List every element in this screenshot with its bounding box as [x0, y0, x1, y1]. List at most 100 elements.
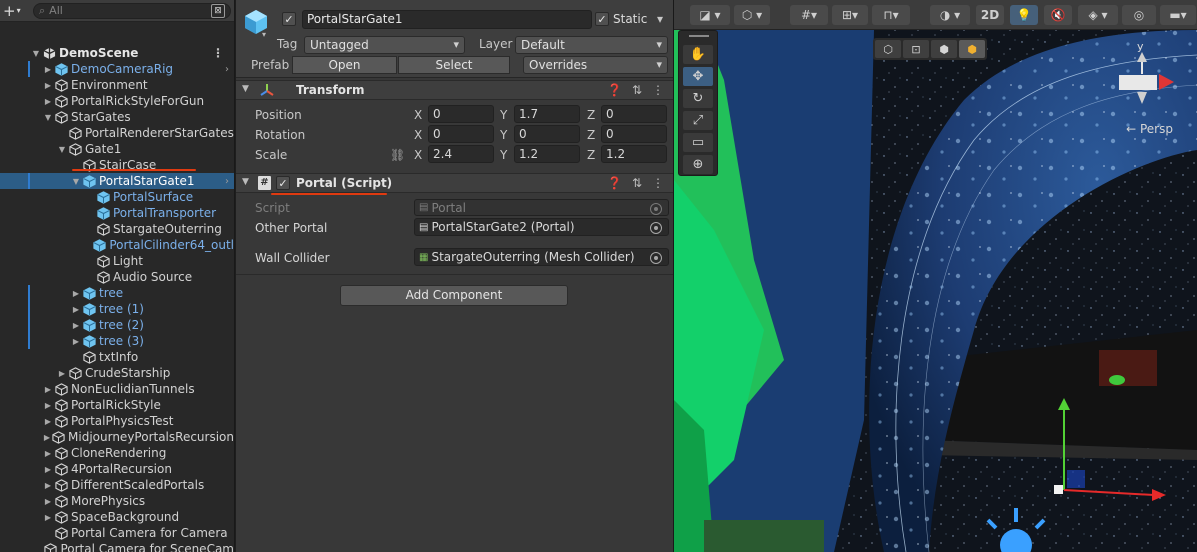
grid-snapping-icon[interactable]: #▾: [790, 5, 828, 25]
shading-mode-icon[interactable]: ◑ ▾: [930, 5, 970, 25]
hierarchy-item[interactable]: Portal Camera for Camera: [0, 525, 234, 541]
hierarchy-item[interactable]: Light: [0, 253, 234, 269]
scale-z-field[interactable]: 1.2: [601, 145, 667, 163]
icon-dropdown-icon[interactable]: ▾: [262, 30, 266, 39]
add-component-button[interactable]: Add Component: [340, 285, 568, 306]
rotation-y-field[interactable]: 0: [514, 125, 580, 143]
hierarchy-item[interactable]: ▶ CloneRendering: [0, 445, 234, 461]
kebab-menu-icon[interactable]: ⋮: [212, 46, 224, 60]
drag-handle-icon[interactable]: [689, 35, 709, 37]
presets-icon[interactable]: ⇅: [632, 176, 642, 190]
chevron-right-icon[interactable]: ▶: [70, 289, 82, 298]
active-checkbox[interactable]: ✓: [282, 12, 296, 26]
prefab-overrides-dropdown[interactable]: Overrides: [523, 56, 668, 74]
static-checkbox[interactable]: ✓: [595, 12, 609, 26]
hierarchy-item[interactable]: ▶ PortalRickStyle: [0, 397, 234, 413]
hierarchy-item[interactable]: StargateOuterring: [0, 221, 234, 237]
chevron-right-icon[interactable]: ▶: [70, 337, 82, 346]
chevron-right-icon[interactable]: ▶: [42, 417, 54, 426]
chevron-right-icon[interactable]: ▶: [42, 497, 54, 506]
search-input[interactable]: [49, 4, 208, 17]
chevron-down-icon[interactable]: ▼: [70, 177, 82, 186]
hierarchy-item[interactable]: ▶ CrudeStarship: [0, 365, 234, 381]
scale-y-field[interactable]: 1.2: [514, 145, 580, 163]
move-tool-icon[interactable]: ✥: [683, 67, 713, 86]
hierarchy-item[interactable]: ▶ tree (1): [0, 301, 234, 317]
chevron-right-icon[interactable]: ▶: [42, 401, 54, 410]
hierarchy-item[interactable]: PortalRendererStarGates: [0, 125, 234, 141]
object-mode-icon[interactable]: ⬢: [959, 40, 985, 58]
open-prefab-chevron-icon[interactable]: ›: [225, 176, 229, 187]
grid-visibility-icon[interactable]: ⊞▾: [832, 5, 868, 25]
position-y-field[interactable]: 1.7: [514, 105, 580, 123]
hierarchy-item[interactable]: PortalTransporter: [0, 205, 234, 221]
wall-collider-field[interactable]: ▦ StargateOuterring (Mesh Collider): [414, 248, 669, 266]
transform-tool-icon[interactable]: ⊕: [683, 155, 713, 174]
hand-tool-icon[interactable]: ✋: [683, 45, 713, 64]
portal-enabled-checkbox[interactable]: ✓: [276, 176, 290, 190]
effects-menu-icon[interactable]: ◈ ▾: [1078, 5, 1118, 25]
chevron-right-icon[interactable]: ▶: [42, 513, 54, 522]
persp-label[interactable]: ← Persp: [1126, 122, 1173, 136]
render-mode-icon[interactable]: ⬡ ▾: [734, 5, 770, 25]
hierarchy-search[interactable]: ⌕ ⊠: [33, 2, 231, 19]
chevron-right-icon[interactable]: ▶: [42, 465, 54, 474]
object-picker-icon[interactable]: [650, 222, 662, 234]
chevron-right-icon[interactable]: ▶: [42, 65, 54, 74]
chevron-down-icon[interactable]: ▼: [42, 113, 54, 122]
hierarchy-item[interactable]: ▶ PortalRickStyleForGun: [0, 93, 234, 109]
rect-tool-icon[interactable]: ▭: [683, 133, 713, 152]
hierarchy-item[interactable]: ▶ SpaceBackground: [0, 509, 234, 525]
rotation-x-label[interactable]: X: [414, 128, 422, 142]
chevron-down-icon[interactable]: ▼: [30, 49, 42, 58]
lighting-toggle-icon[interactable]: 💡: [1010, 5, 1038, 25]
hierarchy-item[interactable]: Audio Source: [0, 269, 234, 285]
scale-x-field[interactable]: 2.4: [428, 145, 494, 163]
scene-view[interactable]: y ◪ ▾ ⬡ ▾ #▾ ⊞▾ ⊓▾ ◑ ▾ 2D 💡 🔇 ◈ ▾ ◎ ▬▾ ✋…: [674, 0, 1197, 552]
hierarchy-item[interactable]: ▼ Gate1: [0, 141, 234, 157]
rotation-z-label[interactable]: Z: [587, 128, 595, 142]
position-x-field[interactable]: 0: [428, 105, 494, 123]
prefab-open-button[interactable]: Open: [292, 56, 397, 74]
chevron-right-icon[interactable]: ▶: [42, 433, 52, 442]
position-x-label[interactable]: X: [414, 108, 422, 122]
scale-y-label[interactable]: Y: [500, 148, 507, 162]
chevron-down-icon[interactable]: ▼: [242, 84, 249, 94]
hierarchy-item[interactable]: ▶ tree: [0, 285, 234, 301]
create-button[interactable]: + ▾: [3, 2, 29, 20]
draw-mode-icon[interactable]: ◪ ▾: [690, 5, 730, 25]
hierarchy-item[interactable]: ▶ PortalPhysicsTest: [0, 413, 234, 429]
chevron-right-icon[interactable]: ▶: [70, 321, 82, 330]
object-name-field[interactable]: PortalStarGate1: [302, 10, 592, 29]
hierarchy-item[interactable]: ▶ MidjourneyPortalsRecursion: [0, 429, 234, 445]
hierarchy-item[interactable]: Portal Camera for SceneCam: [0, 541, 234, 552]
chevron-right-icon[interactable]: ▶: [42, 97, 54, 106]
other-portal-field[interactable]: ▤ PortalStarGate2 (Portal): [414, 218, 669, 236]
search-filter-icon[interactable]: ⊠: [211, 3, 225, 18]
hierarchy-item[interactable]: PortalSurface: [0, 189, 234, 205]
edge-mode-icon[interactable]: ⊡: [903, 40, 929, 58]
hierarchy-item[interactable]: ▶ DemoCameraRig ›: [0, 61, 234, 77]
hierarchy-item[interactable]: ▶ tree (3): [0, 333, 234, 349]
chevron-right-icon[interactable]: ▶: [42, 81, 54, 90]
audio-toggle-icon[interactable]: 🔇: [1044, 5, 1072, 25]
layer-dropdown[interactable]: Default: [515, 36, 668, 54]
chevron-down-icon[interactable]: ▼: [242, 177, 249, 187]
portal-script-header[interactable]: ▼ # ✓ Portal (Script) ❓ ⇅ ⋮: [236, 173, 673, 193]
position-y-label[interactable]: Y: [500, 108, 507, 122]
hierarchy-item[interactable]: PortalCilinder64_outl: [0, 237, 234, 253]
help-icon[interactable]: ❓: [607, 83, 622, 97]
constrain-proportions-icon[interactable]: ⛓: [390, 148, 405, 162]
kebab-menu-icon[interactable]: ⋮: [652, 176, 664, 190]
hierarchy-item[interactable]: ▶ MorePhysics: [0, 493, 234, 509]
chevron-right-icon[interactable]: ▶: [42, 481, 54, 490]
hierarchy-item[interactable]: ▶ Environment: [0, 77, 234, 93]
rotation-y-label[interactable]: Y: [500, 128, 507, 142]
transform-header[interactable]: ▼ Transform ❓ ⇅ ⋮: [236, 80, 673, 100]
prefab-select-button[interactable]: Select: [398, 56, 510, 74]
scale-tool-icon[interactable]: ⤢: [683, 111, 713, 130]
face-mode-icon[interactable]: ⬢: [931, 40, 957, 58]
toggle-2d-button[interactable]: 2D: [976, 5, 1004, 25]
presets-icon[interactable]: ⇅: [632, 83, 642, 97]
scale-x-label[interactable]: X: [414, 148, 422, 162]
